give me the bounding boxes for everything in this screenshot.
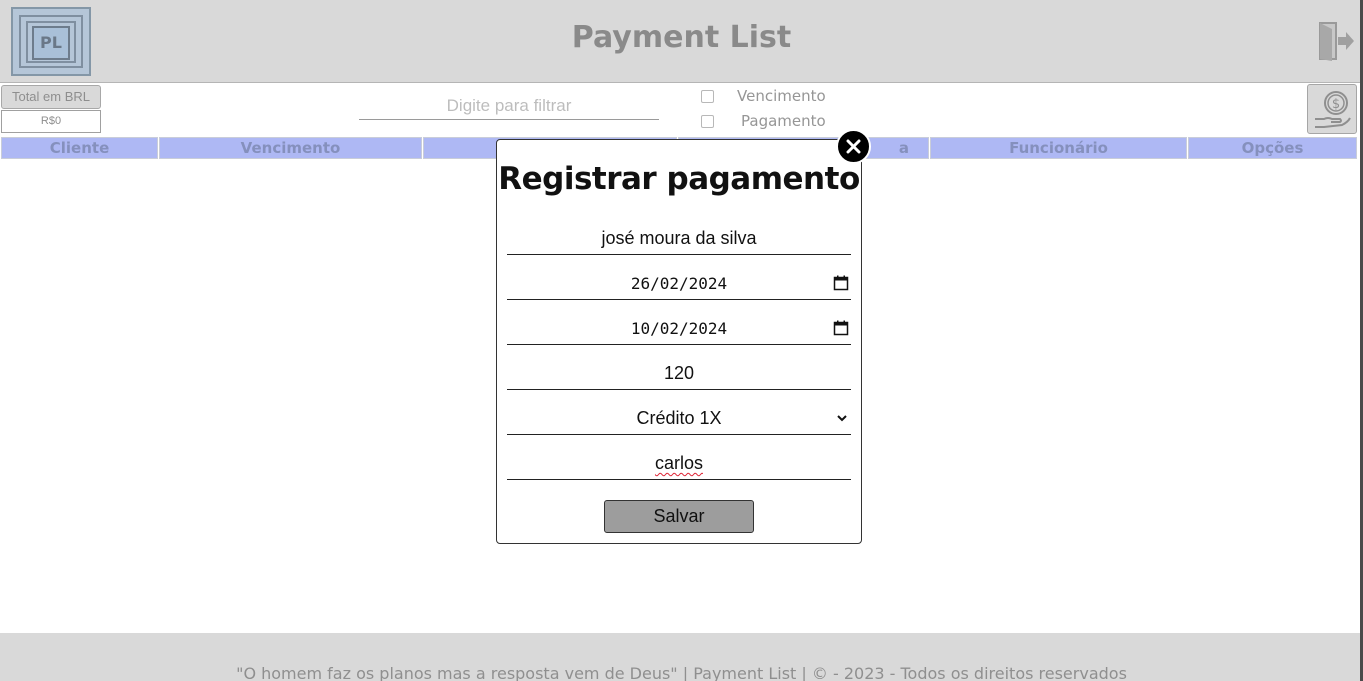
close-icon	[846, 139, 861, 154]
due-date-field[interactable]: 26/02/2024	[507, 267, 851, 300]
column-cliente[interactable]: Cliente	[1, 137, 158, 159]
footer: "O homem faz os planos mas a resposta ve…	[0, 633, 1363, 681]
payment-date-value: 10/02/2024	[630, 319, 728, 338]
payment-method-select[interactable]: Crédito 1X	[507, 402, 851, 435]
due-date-value: 26/02/2024	[630, 274, 728, 293]
filter-pagamento[interactable]: Pagamento	[701, 111, 826, 131]
calendar-icon[interactable]	[833, 275, 849, 291]
vencimento-label: Vencimento	[737, 87, 826, 105]
amount-field[interactable]: 120	[507, 357, 851, 390]
filter-vencimento[interactable]: Vencimento	[701, 86, 826, 106]
employee-value: carlos	[654, 453, 703, 473]
close-modal-button[interactable]	[836, 129, 871, 164]
money-report-button[interactable]: $	[1307, 84, 1357, 134]
save-button[interactable]: Salvar	[604, 500, 754, 533]
logout-icon[interactable]	[1318, 21, 1354, 61]
payment-date-field[interactable]: 10/02/2024	[507, 312, 851, 345]
payment-method-value: Crédito 1X	[636, 408, 722, 428]
client-name-field[interactable]: josé moura da silva	[507, 222, 851, 255]
total-value: R$0	[1, 110, 101, 133]
client-name-value: josé moura da silva	[601, 228, 757, 248]
calendar-icon[interactable]	[833, 320, 849, 336]
app-header: PL Payment List	[0, 0, 1363, 83]
vencimento-checkbox[interactable]	[701, 89, 714, 103]
total-brl-button[interactable]: Total em BRL	[1, 85, 101, 109]
filter-input[interactable]	[359, 93, 659, 120]
footer-text: "O homem faz os planos mas a resposta ve…	[236, 664, 1127, 681]
money-hand-icon: $	[1315, 91, 1351, 128]
modal-title: Registrar pagamento	[498, 161, 860, 197]
pagamento-label: Pagamento	[741, 112, 826, 130]
column-opcoes[interactable]: Opções	[1188, 137, 1357, 159]
page-title: Payment List	[571, 20, 792, 55]
register-payment-modal: Registrar pagamento josé moura da silva …	[496, 139, 862, 544]
employee-field[interactable]: carlos	[507, 447, 851, 480]
svg-text:$: $	[1332, 97, 1340, 112]
column-funcionario[interactable]: Funcionário	[930, 137, 1187, 159]
pagamento-checkbox[interactable]	[701, 114, 714, 128]
column-vencimento[interactable]: Vencimento	[159, 137, 422, 159]
amount-value: 120	[663, 363, 695, 383]
chevron-down-icon	[837, 415, 847, 422]
